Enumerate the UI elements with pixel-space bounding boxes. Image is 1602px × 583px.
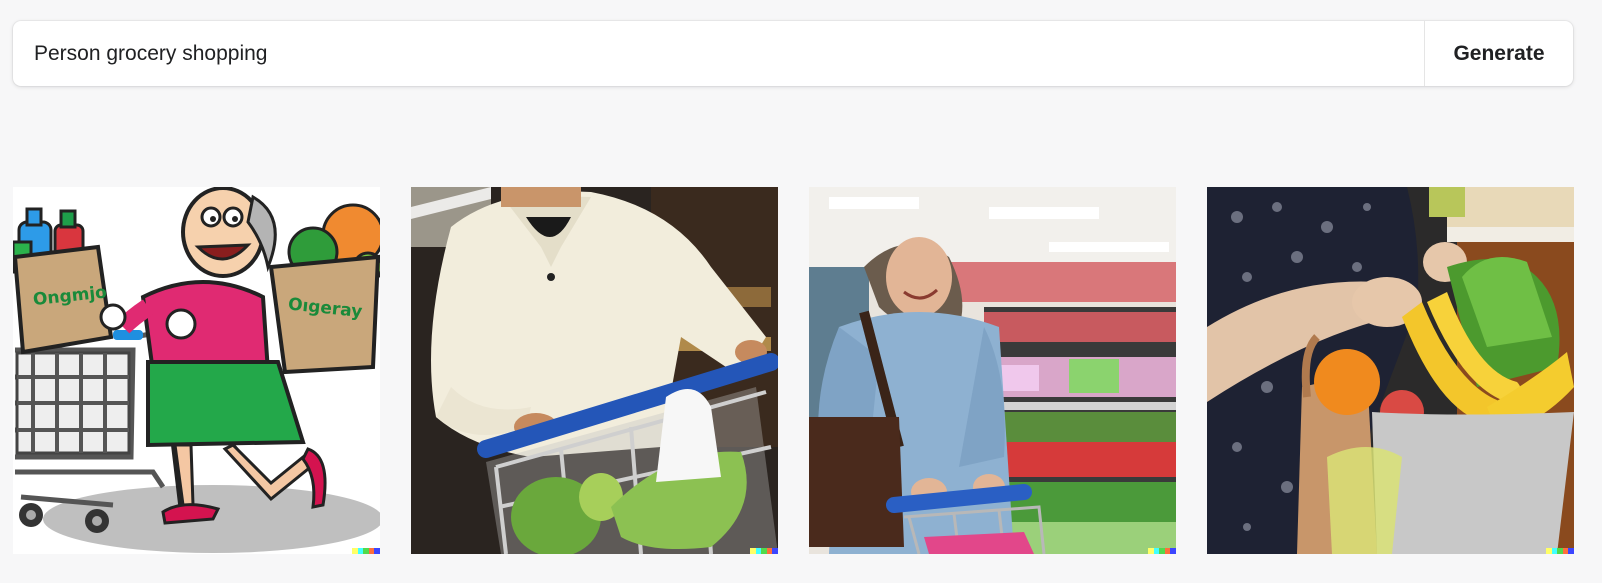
watermark-swatch bbox=[374, 548, 380, 554]
result-image-1[interactable]: Ongmjo Oıgeray bbox=[13, 187, 380, 554]
generate-button[interactable]: Generate bbox=[1424, 21, 1573, 86]
result-image-4[interactable] bbox=[1207, 187, 1574, 554]
watermark-swatch bbox=[1568, 548, 1574, 554]
woman-in-store-aisle-image bbox=[809, 187, 1176, 554]
watermark bbox=[1546, 548, 1574, 554]
watermark-swatch bbox=[1170, 548, 1176, 554]
result-image-2[interactable] bbox=[411, 187, 778, 554]
watermark bbox=[1148, 548, 1176, 554]
watermark-swatch bbox=[772, 548, 778, 554]
watermark bbox=[750, 548, 778, 554]
bag-of-produce-image bbox=[1207, 187, 1574, 554]
prompt-input[interactable] bbox=[13, 21, 1424, 86]
prompt-bar: Generate bbox=[13, 21, 1573, 86]
watermark bbox=[352, 548, 380, 554]
cartoon-grandma-cart-image: Ongmjo Oıgeray bbox=[13, 187, 380, 554]
man-pushing-cart-image bbox=[411, 187, 778, 554]
result-image-3[interactable] bbox=[809, 187, 1176, 554]
